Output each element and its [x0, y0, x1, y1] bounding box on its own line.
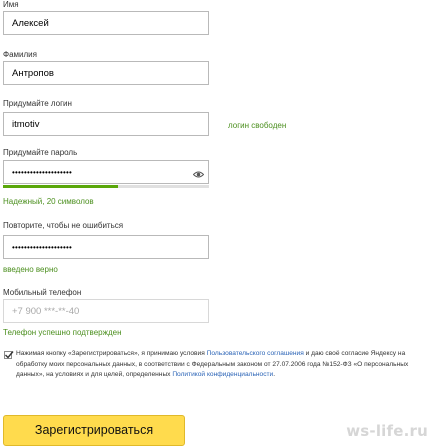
password-strength-fill — [3, 185, 119, 188]
login-value: itmotiv — [12, 119, 40, 130]
login-label: Придумайте логин — [3, 99, 72, 108]
login-input[interactable]: itmotiv — [3, 112, 209, 136]
last-name-label: Фамилия — [3, 50, 37, 59]
password-strength-text: Надежный, 20 символов — [3, 197, 94, 206]
password-strength-bar — [3, 185, 209, 188]
terms-text-part: Нажимая кнопку «Зарегистрироваться», я п… — [16, 350, 207, 357]
checkmark-icon — [5, 351, 14, 359]
first-name-label: Имя — [3, 0, 19, 9]
phone-label: Мобильный телефон — [3, 288, 82, 297]
password-repeat-value: •••••••••••••••••••• — [12, 243, 73, 252]
phone-status: Телефон успешно подтвержден — [3, 328, 122, 337]
password-value: •••••••••••••••••••• — [12, 168, 73, 177]
phone-placeholder: +7 900 ***-**-40 — [12, 306, 80, 317]
privacy-policy-link[interactable]: Политикой конфиденциальности — [172, 371, 273, 378]
password-repeat-label: Повторите, чтобы не ошибиться — [3, 221, 124, 230]
login-status: логин свободен — [228, 121, 287, 130]
password-label: Придумайте пароль — [3, 148, 78, 157]
password-repeat-status: введено верно — [3, 265, 58, 274]
register-button[interactable]: Зарегистрироваться — [3, 415, 185, 446]
terms-text: Нажимая кнопку «Зарегистрироваться», я п… — [16, 349, 430, 381]
password-input[interactable]: •••••••••••••••••••• — [3, 160, 209, 184]
user-agreement-link[interactable]: Пользовательского соглашения — [207, 350, 304, 357]
last-name-value: Антропов — [12, 68, 54, 79]
consent-checkbox[interactable] — [4, 351, 14, 359]
watermark: ws-life.ru — [346, 422, 428, 440]
first-name-value: Алексей — [12, 18, 49, 29]
first-name-input[interactable]: Алексей — [3, 11, 209, 35]
phone-input[interactable]: +7 900 ***-**-40 — [3, 299, 209, 323]
password-repeat-input[interactable]: •••••••••••••••••••• — [3, 235, 209, 259]
terms-text-part: . — [273, 371, 276, 378]
eye-icon[interactable] — [192, 167, 205, 178]
last-name-input[interactable]: Антропов — [3, 61, 209, 85]
